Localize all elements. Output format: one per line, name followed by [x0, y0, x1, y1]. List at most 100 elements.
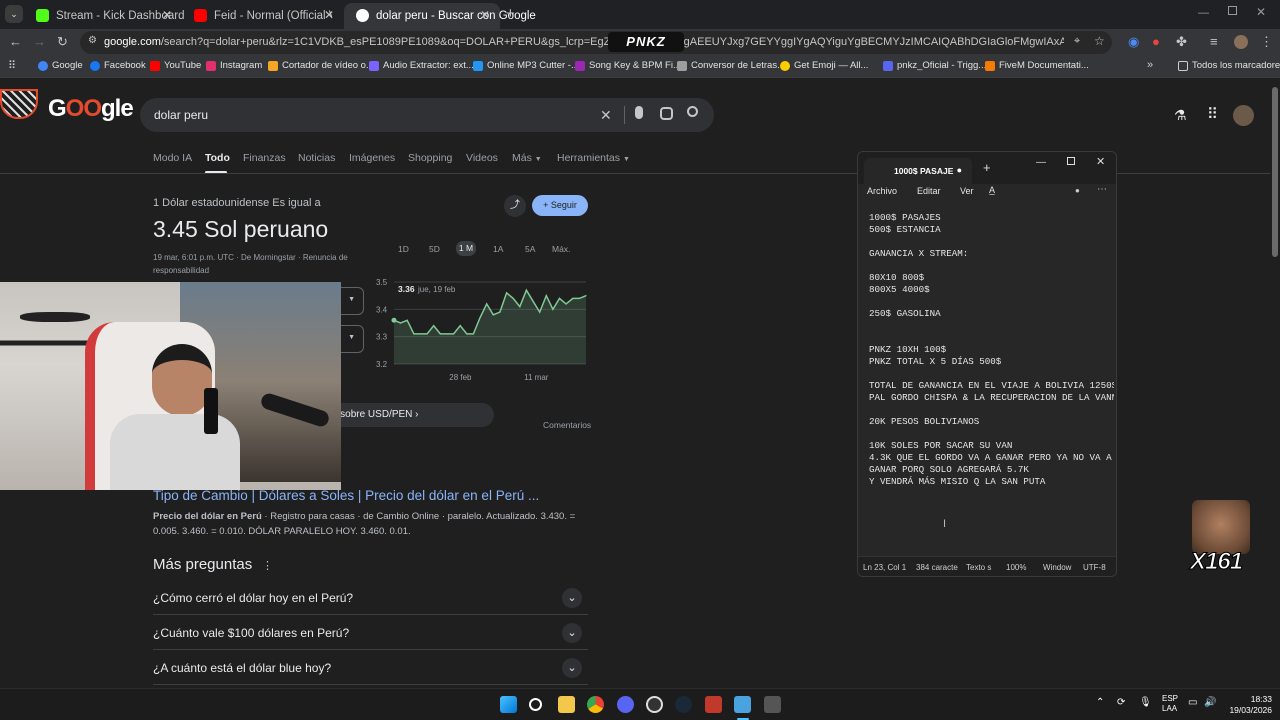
text-format-icon[interactable]: A̲	[989, 185, 995, 195]
search-input[interactable]: dolar peru	[154, 108, 208, 122]
close-tab-icon[interactable]: ✕	[162, 8, 172, 22]
tab-google-search[interactable]: dolar peru - Buscar con Google ✕	[344, 3, 536, 29]
tab-youtube-video[interactable]: Feid - Normal (Official Video) - ✕	[182, 3, 344, 29]
follow-button[interactable]: + Seguir	[532, 195, 588, 216]
more-options-icon[interactable]: ⋮	[262, 559, 273, 572]
reload-icon[interactable]: ↻	[57, 34, 68, 50]
steam-icon[interactable]	[675, 696, 692, 713]
tray-app-icon[interactable]: ⟳	[1117, 697, 1125, 708]
bookmark-instagram[interactable]: Instagram	[206, 60, 262, 71]
tab-modo-ia[interactable]: Modo IA	[153, 152, 192, 164]
page-scrollbar[interactable]	[1272, 87, 1278, 257]
menu-archivo[interactable]: Archivo	[867, 186, 897, 196]
bookmark-star-icon[interactable]: ☆	[1094, 34, 1105, 48]
tab-finanzas[interactable]: Finanzas	[243, 152, 286, 164]
bookmark-audio-extractor[interactable]: Audio Extractor: ext...	[369, 60, 474, 71]
lens-icon[interactable]	[660, 107, 673, 120]
range-5d[interactable]: 5D	[429, 244, 440, 254]
volume-icon[interactable]: 🔊	[1204, 697, 1216, 708]
extension-icon[interactable]: ◉	[1128, 34, 1139, 50]
system-clock[interactable]: 18:33 19/03/2026	[1229, 694, 1272, 716]
location-icon[interactable]: ⌖	[1074, 35, 1080, 48]
restore-window-icon[interactable]	[1228, 6, 1237, 15]
network-icon[interactable]: ▭	[1188, 697, 1197, 708]
forward-icon[interactable]: →	[33, 34, 46, 49]
tab-videos[interactable]: Videos	[466, 152, 498, 164]
language-indicator[interactable]: ESP LAA	[1162, 694, 1178, 714]
windows-start-icon[interactable]	[500, 696, 517, 713]
tab-imagenes[interactable]: Imágenes	[349, 152, 395, 164]
clear-search-icon[interactable]: ✕	[600, 107, 612, 124]
notepad-tab[interactable]: 1000$ PASAJE ●	[864, 158, 972, 184]
app-icon[interactable]	[705, 696, 722, 713]
google-apps-icon[interactable]: ⠿	[1207, 105, 1218, 123]
back-icon[interactable]: ←	[9, 34, 22, 49]
bookmark-song-key[interactable]: Song Key & BPM Fi...	[575, 60, 681, 71]
maximize-icon[interactable]	[1067, 157, 1075, 165]
exchange-rate-chart[interactable]: 3.5 3.4 3.3 3.2 3.36 jue, 19 feb 28 feb 11 mar	[372, 274, 590, 390]
bookmark-fivem-docs[interactable]: FiveM Documentati...	[985, 60, 1089, 71]
calculator-icon[interactable]	[764, 696, 781, 713]
google-doodle-logo[interactable]: GOOgle	[0, 85, 134, 125]
tab-todo[interactable]: Todo	[205, 152, 230, 164]
bookmark-mp3-cutter[interactable]: Online MP3 Cutter -...	[473, 60, 579, 71]
bookmark-video-cutter[interactable]: Cortador de vídeo o...	[268, 60, 374, 71]
close-tab-icon[interactable]: ✕	[324, 8, 334, 22]
microphone-icon[interactable]: 🎙	[1139, 697, 1152, 708]
feedback-link[interactable]: Comentarios	[543, 420, 591, 430]
chrome-icon[interactable]	[587, 696, 604, 713]
account-icon[interactable]: ●	[1075, 186, 1080, 195]
search-icon[interactable]	[529, 698, 542, 711]
profile-avatar[interactable]	[1234, 35, 1248, 49]
site-info-icon[interactable]: ⚙	[88, 35, 97, 46]
search-icon[interactable]	[687, 106, 698, 117]
menu-editar[interactable]: Editar	[917, 186, 941, 196]
minimize-window-icon[interactable]: —	[1198, 7, 1209, 19]
notepad-taskbar-icon[interactable]	[734, 696, 751, 713]
account-avatar[interactable]	[1233, 105, 1254, 126]
notepad-text-area[interactable]: 1000$ PASAJES 500$ ESTANCIA GANANCIA X S…	[869, 212, 1114, 488]
close-icon[interactable]: ✕	[1096, 155, 1105, 168]
apps-grid-icon[interactable]: ⠿	[8, 59, 16, 72]
bookmark-youtube[interactable]: YouTube	[150, 60, 201, 71]
range-5a[interactable]: 5A	[525, 244, 535, 254]
new-tab-icon[interactable]: +	[983, 160, 991, 175]
close-window-icon[interactable]: ✕	[1256, 5, 1266, 19]
bookmark-letter-converter[interactable]: Conversor de Letras...	[677, 60, 785, 71]
range-1a[interactable]: 1A	[493, 244, 503, 254]
tray-overflow-icon[interactable]: ⌃	[1096, 697, 1104, 708]
file-explorer-icon[interactable]	[558, 696, 575, 713]
labs-flask-icon[interactable]: ⚗	[1174, 107, 1187, 124]
close-tab-icon[interactable]: ✕	[480, 8, 490, 22]
result-title-link[interactable]: Tipo de Cambio | Dólares a Soles | Preci…	[153, 488, 539, 503]
all-bookmarks-folder[interactable]: Todos los marcadores	[1178, 60, 1280, 71]
tab-kick-dashboard[interactable]: Stream - Kick Dashboard ✕	[24, 3, 184, 29]
obs-icon[interactable]	[646, 696, 663, 713]
voice-search-icon[interactable]	[635, 106, 643, 119]
bookmark-get-emoji[interactable]: Get Emoji — All...	[780, 60, 868, 71]
tab-mas[interactable]: Más ▼	[512, 152, 542, 164]
bookmark-pnkz-oficial[interactable]: pnkz_Oficial - Trigg...	[883, 60, 986, 71]
minimize-icon[interactable]: —	[1036, 157, 1046, 168]
share-button[interactable]: ⤴	[504, 195, 526, 217]
question-item[interactable]: ¿Cómo cerró el dólar hoy en el Perú? ⌄	[153, 580, 588, 615]
question-item[interactable]: ¿Cuánto vale $100 dólares en Perú? ⌄	[153, 615, 588, 650]
bookmark-facebook[interactable]: Facebook	[90, 60, 146, 71]
question-item[interactable]: ¿A cuánto está el dólar blue hoy? ⌄	[153, 650, 588, 685]
range-1d[interactable]: 1D	[398, 244, 409, 254]
browser-menu-icon[interactable]: ⋮	[1260, 34, 1273, 50]
bookmark-google[interactable]: Google	[38, 60, 83, 71]
extension-icon[interactable]: ●	[1152, 34, 1160, 49]
menu-ver[interactable]: Ver	[960, 186, 974, 196]
range-1m[interactable]: 1 M	[456, 241, 476, 256]
extensions-puzzle-icon[interactable]: ✤	[1176, 34, 1187, 50]
discord-icon[interactable]	[617, 696, 634, 713]
range-max[interactable]: Máx.	[552, 244, 570, 254]
more-options-icon[interactable]: ⋯	[1097, 184, 1107, 195]
new-tab-icon[interactable]: +	[506, 5, 515, 22]
tab-search-menu-icon[interactable]: ⌄	[5, 5, 23, 23]
address-bar[interactable]: ⚙ google.com/search?q=dolar+peru&rlz=1C1…	[80, 31, 1112, 54]
media-control-icon[interactable]: ≡	[1210, 34, 1218, 49]
tab-noticias[interactable]: Noticias	[298, 152, 335, 164]
tab-shopping[interactable]: Shopping	[408, 152, 452, 164]
